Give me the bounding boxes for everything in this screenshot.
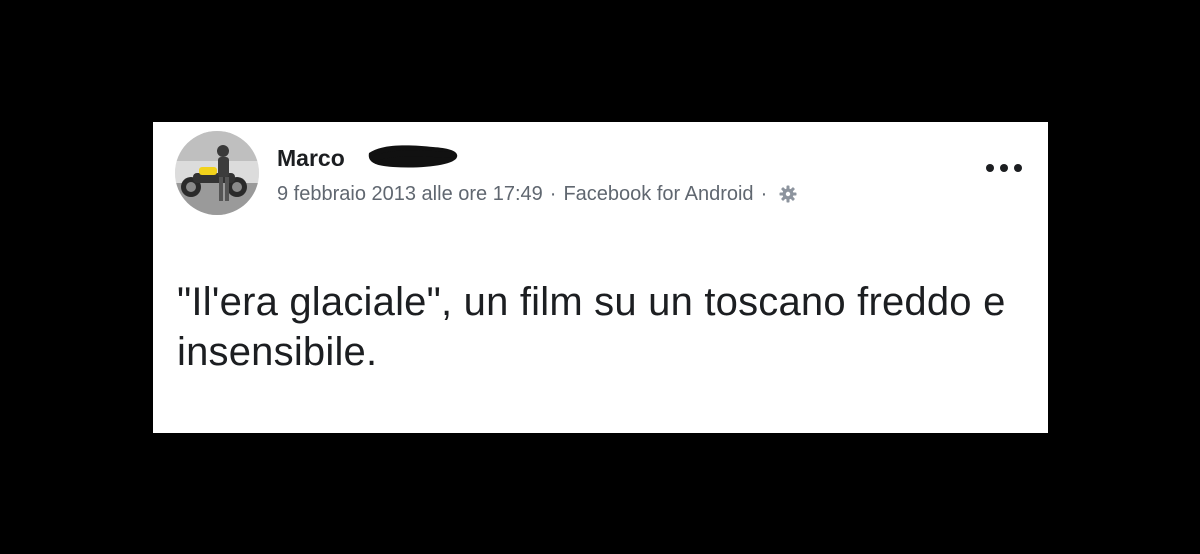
post-source: Facebook for Android: [563, 183, 754, 205]
author-name[interactable]: Marco: [277, 144, 345, 172]
more-options-icon[interactable]: [986, 158, 1022, 178]
more-dot: [1000, 164, 1008, 172]
avatar-photo: [175, 131, 259, 215]
gear-icon[interactable]: [778, 184, 798, 204]
post-meta: 9 febbraio 2013 alle ore 17:49 · Faceboo…: [277, 181, 798, 207]
more-dot: [1014, 164, 1022, 172]
meta-separator-2: ·: [760, 183, 768, 205]
post-card: Marco 9 febbraio 2013 alle ore 17:49 · F…: [153, 122, 1048, 433]
avatar[interactable]: [175, 131, 259, 215]
meta-separator: ·: [549, 183, 557, 205]
post-text: "Il'era glaciale", un film su un toscano…: [177, 280, 1006, 374]
redaction-scribble: [363, 139, 463, 173]
more-dot: [986, 164, 994, 172]
post-timestamp[interactable]: 9 febbraio 2013 alle ore 17:49: [277, 181, 543, 207]
